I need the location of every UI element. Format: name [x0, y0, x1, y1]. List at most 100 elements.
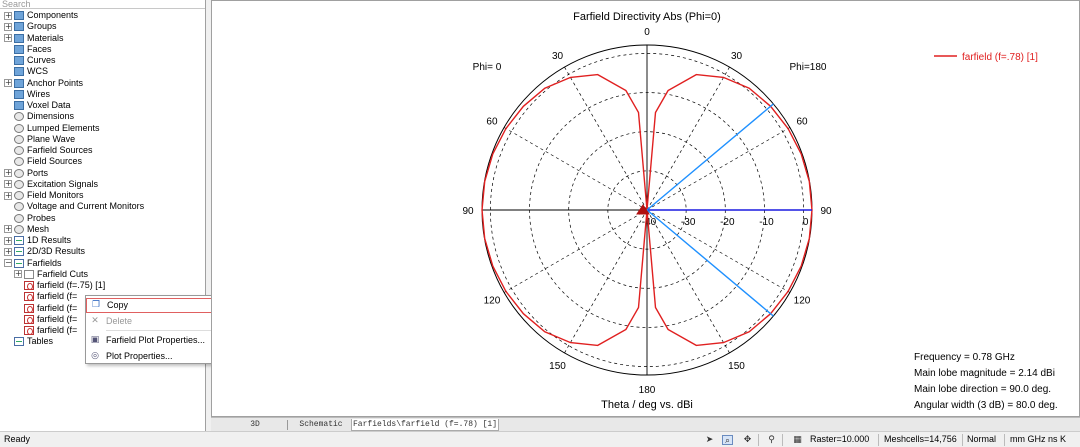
tab-3d[interactable]: 3D — [225, 419, 285, 431]
expand-icon[interactable]: + — [4, 169, 12, 177]
farfield-properties-icon: ▣ — [90, 335, 100, 345]
angle-tick-label: 30 — [552, 51, 564, 62]
farfield-plot-view[interactable]: 0 30 60 90 120 150 180 150 120 90 60 30 -40 -30 -20 -10… — [211, 0, 1080, 417]
tree-item-label: farfield (f= — [37, 325, 78, 335]
expand-icon[interactable]: + — [4, 34, 12, 42]
tree-item[interactable]: + Farfield Cuts — [14, 269, 88, 280]
expand-icon[interactable]: + — [4, 180, 12, 189]
cursor-icon[interactable]: ➤ — [704, 435, 715, 445]
tree-item-label: Faces — [27, 43, 52, 54]
tree-item[interactable]: +2D/3D Results — [4, 246, 85, 257]
tree-item[interactable]: WCS — [4, 66, 48, 77]
tree-item[interactable]: + Ports — [4, 168, 48, 179]
expand-icon[interactable]: + — [4, 79, 12, 87]
tree-item-label: Farfields — [27, 257, 62, 268]
expand-icon[interactable]: + — [4, 22, 12, 31]
expand-icon[interactable]: + — [4, 11, 12, 20]
info-line: Frequency = 0.78 GHz — [914, 352, 1015, 363]
chart-icon — [14, 337, 24, 347]
phi180-label: Phi=180 — [790, 62, 827, 73]
expand-icon[interactable]: + — [14, 270, 22, 279]
navigation-tree-panel: Search + Components + Groups + Materials Faces… — [0, 0, 206, 431]
expand-icon[interactable]: + — [4, 225, 12, 234]
farfield-icon — [24, 326, 34, 335]
tree-item[interactable]: − Farfields — [4, 258, 62, 269]
angle-tick-label: 120 — [794, 296, 811, 307]
tree-item[interactable]: farfield (f= — [14, 325, 77, 336]
pan-icon[interactable]: ✥ — [742, 435, 753, 445]
tree-item[interactable]: Probes — [4, 213, 56, 224]
tree-item[interactable]: + Groups — [4, 21, 57, 32]
folder-icon — [14, 89, 24, 99]
tree-item-label: Field Sources — [27, 156, 83, 167]
menu-item-label: Delete — [106, 316, 133, 326]
farfield-icon — [24, 292, 34, 302]
tree-item[interactable]: Field Sources — [4, 156, 82, 167]
tree-item[interactable]: farfield (f= — [14, 291, 77, 302]
menu-item-label: Plot Properties... — [106, 351, 173, 361]
tree-item-label: Dimensions — [27, 111, 75, 122]
folder-icon — [14, 56, 24, 65]
zoom-icon[interactable]: ⚲ — [766, 435, 777, 445]
farfield-icon — [24, 303, 34, 313]
tree-item[interactable]: +1D Results — [4, 235, 71, 246]
tree-item-label: Probes — [27, 212, 56, 223]
info-line: Main lobe magnitude = 2.14 dBi — [914, 368, 1055, 379]
tree-item[interactable]: farfield (f=.75) [1] — [14, 280, 105, 291]
grid-spoke — [503, 209, 648, 293]
tree-item[interactable]: + Mesh — [4, 224, 49, 235]
angle-tick-label: 150 — [549, 361, 566, 372]
view-tabs-bar: 3D Schematic Farfields\farfield (f=.78) [1… — [211, 417, 1080, 441]
radial-tick-label: -10 — [759, 217, 774, 228]
zoom-region-icon[interactable]: ⌕ — [722, 435, 733, 446]
tree-item[interactable]: farfield (f= — [14, 314, 77, 325]
tree-item-label: farfield (f= — [37, 291, 78, 302]
tree-item[interactable]: + Anchor Points — [4, 78, 83, 89]
tree-item[interactable]: Dimensions — [4, 111, 74, 122]
tree-item-label: Anchor Points — [27, 77, 84, 88]
tree-item[interactable]: Lumped Elements — [4, 123, 100, 134]
angle-tick-label: 90 — [820, 206, 832, 217]
collapse-icon[interactable]: − — [4, 259, 12, 267]
angle-tick-label: 150 — [728, 361, 745, 372]
tree-item[interactable]: Plane Wave — [4, 134, 75, 145]
gear-icon — [14, 123, 24, 133]
tree-item[interactable]: + Components — [4, 10, 78, 21]
tree-item-label: Materials — [27, 32, 64, 43]
x-axis-label: Theta / deg vs. dBi — [601, 399, 693, 411]
tab-schematic[interactable]: Schematic — [287, 419, 355, 431]
tree-item[interactable]: Tables — [4, 336, 53, 347]
expand-icon[interactable]: + — [4, 247, 12, 256]
raster-value: Raster=10.000 — [810, 434, 870, 444]
info-line: Angular width (3 dB) = 80.0 deg. — [914, 400, 1058, 411]
tree-item[interactable]: + Excitation Signals — [4, 179, 98, 190]
tree-item[interactable]: Voltage and Current Monitors — [4, 201, 144, 212]
radial-tick-label: 0 — [803, 217, 809, 228]
grid-spoke — [503, 127, 648, 211]
tree-item-label: Ports — [27, 167, 49, 178]
gear-icon — [14, 157, 24, 167]
tree-item-label: farfield (f= — [37, 313, 78, 324]
tree-item[interactable]: Farfield Sources — [4, 145, 93, 156]
tree-item[interactable]: farfield (f= — [14, 303, 77, 314]
tree-search-input[interactable]: Search — [0, 0, 205, 9]
tree-item[interactable]: Curves — [4, 55, 56, 66]
tree-item[interactable]: Voxel Data — [4, 100, 71, 111]
cuts-icon — [24, 269, 34, 279]
units-display[interactable]: mm GHz ns K — [1010, 432, 1066, 447]
tree-item[interactable]: Faces — [4, 44, 52, 55]
tree-item[interactable]: + Materials — [4, 33, 64, 44]
radial-tick-label: -40 — [642, 217, 657, 228]
plot-properties-icon: ◎ — [91, 351, 99, 361]
tree-item[interactable]: Wires — [4, 89, 50, 100]
tab-farfield-plot[interactable]: Farfields\farfield (f=.78) [1]✕ — [351, 419, 499, 441]
tree-item[interactable]: + Field Monitors — [4, 190, 84, 201]
tree-item-label: Mesh — [27, 223, 50, 234]
folder-icon — [14, 22, 24, 32]
chart-title: Farfield Directivity Abs (Phi=0) — [573, 11, 721, 23]
expand-icon[interactable]: + — [4, 236, 12, 245]
expand-icon[interactable]: + — [4, 191, 12, 200]
tree-item-label: Groups — [27, 21, 57, 32]
radial-tick-label: -20 — [720, 217, 735, 228]
angle-tick-label: 120 — [484, 296, 501, 307]
